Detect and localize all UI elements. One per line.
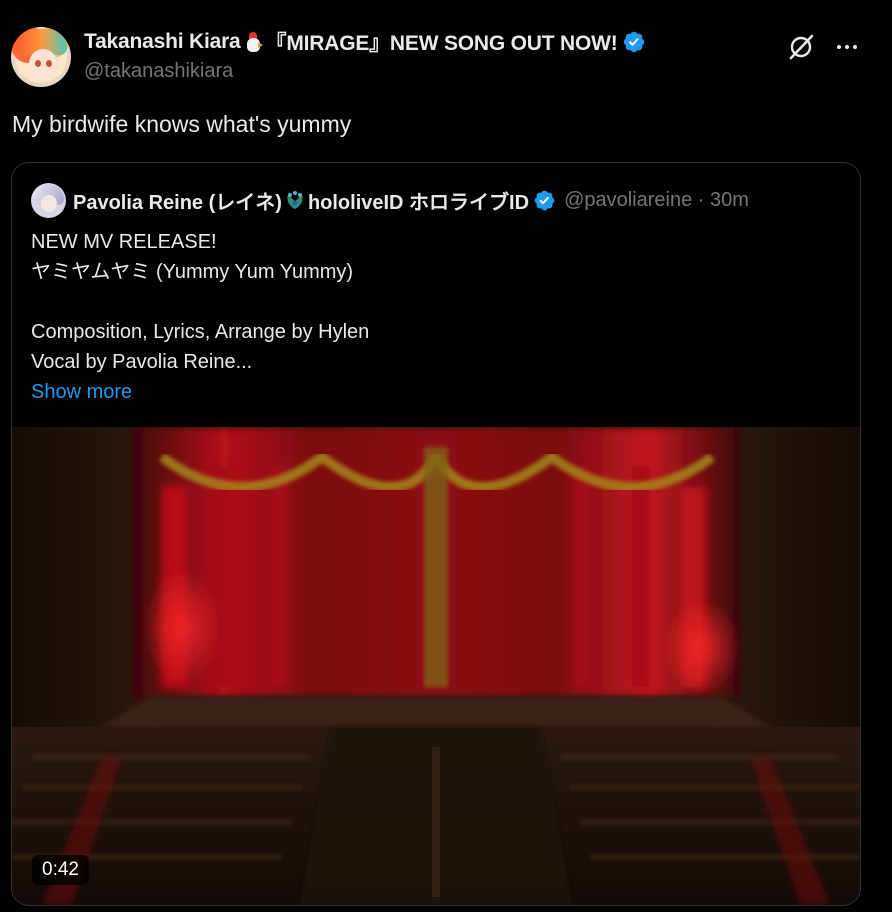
quoted-verified-badge-icon[interactable] — [533, 189, 556, 212]
author-avatar[interactable] — [11, 27, 71, 87]
quoted-author-avatar[interactable] — [31, 182, 66, 218]
author-name-row[interactable]: Takanashi Kiara 『MIRAGE』NEW SONG OUT NOW… — [84, 28, 646, 56]
quoted-author-name-start[interactable]: Pavolia Reine (レイネ) — [73, 186, 282, 215]
verified-badge-icon[interactable] — [622, 30, 646, 54]
peacock-emoji-icon — [287, 191, 303, 209]
quoted-tweet-header[interactable]: Pavolia Reine (レイネ) hololiveID ホロライブID @… — [31, 182, 749, 218]
quoted-avatar-face — [41, 194, 57, 212]
author-handle[interactable]: @takanashikiara — [84, 60, 233, 83]
quoted-handle-time[interactable]: @pavoliareine · 30m — [564, 189, 749, 212]
quoted-tweet-body: NEW MV RELEASE! ヤミヤムヤミ (Yummy Yum Yummy)… — [31, 227, 369, 407]
quoted-line: ヤミヤムヤミ (Yummy Yum Yummy) — [31, 261, 354, 283]
quoted-author-name-end[interactable]: hololiveID ホロライブID — [308, 186, 529, 215]
tweet-text: My birdwife knows what's yummy — [12, 111, 352, 137]
show-more-link[interactable]: Show more — [31, 377, 369, 407]
quoted-line-blank — [31, 287, 369, 317]
chicken-emoji-icon — [244, 31, 263, 53]
theater-stage-image — [12, 427, 860, 905]
author-title-suffix[interactable]: 『MIRAGE』NEW SONG OUT NOW! — [266, 27, 618, 57]
grok-icon[interactable] — [784, 30, 818, 64]
tweet-header: Takanashi Kiara 『MIRAGE』NEW SONG OUT NOW… — [0, 0, 892, 100]
video-duration-badge: 0:42 — [32, 855, 89, 885]
avatar-face — [29, 49, 57, 79]
avatar-eye-right — [46, 60, 52, 67]
quoted-line: NEW MV RELEASE! — [31, 231, 217, 253]
more-options-icon[interactable] — [830, 30, 864, 64]
quoted-line: Composition, Lyrics, Arrange by Hylen — [31, 321, 370, 343]
quoted-line: Vocal by Pavolia Reine... — [31, 351, 253, 373]
quoted-tweet-card[interactable]: Pavolia Reine (レイネ) hololiveID ホロライブID @… — [11, 162, 861, 906]
avatar-eye-left — [35, 60, 41, 67]
video-thumbnail[interactable]: 0:42 — [12, 427, 860, 905]
author-display-name[interactable]: Takanashi Kiara — [84, 30, 241, 54]
ellipsis-icon — [837, 45, 857, 49]
grok-glyph-icon — [789, 34, 814, 60]
